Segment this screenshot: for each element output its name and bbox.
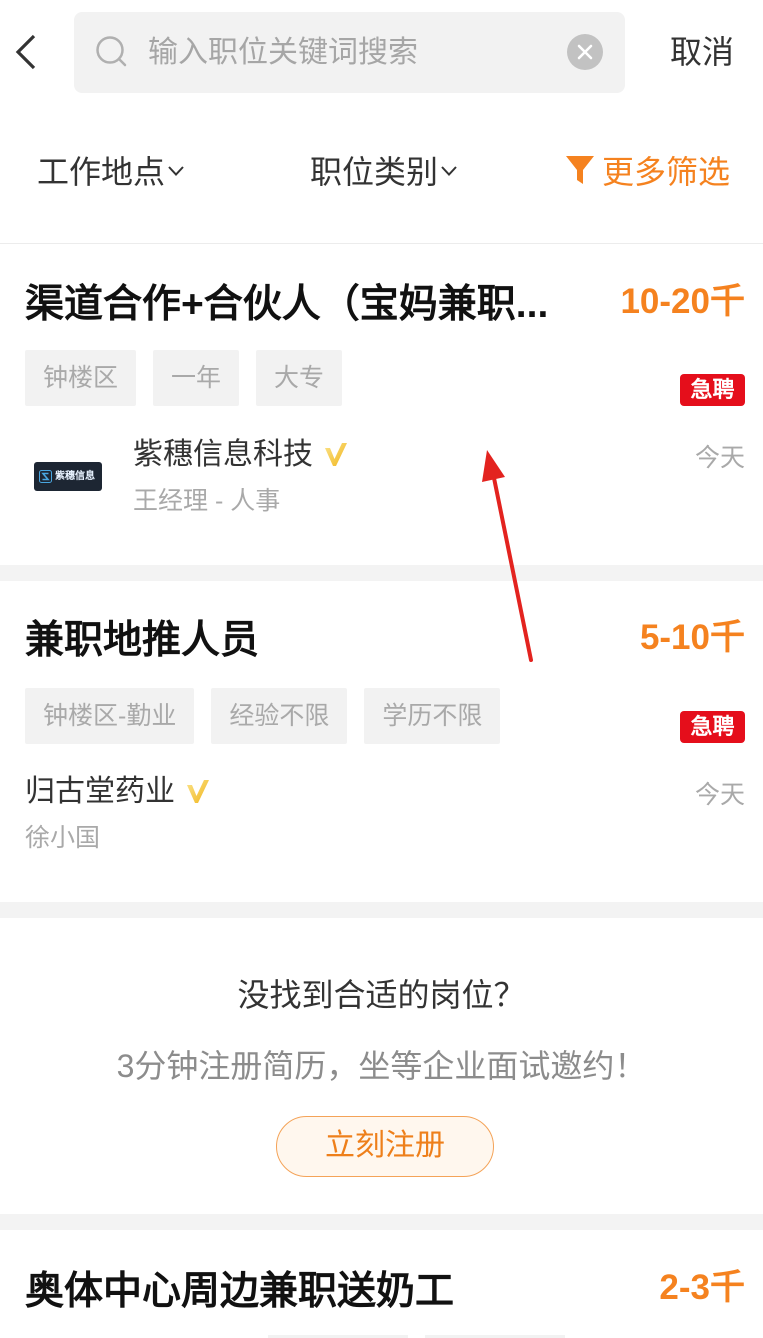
urgent-badge: 急聘 (680, 374, 745, 406)
job-title: 奥体中心周边兼职送奶工 (25, 1270, 455, 1313)
verified-badge-icon (187, 780, 209, 803)
job-card[interactable]: 兼职地推人员 5-10千 钟楼区-勤业 经验不限 学历不限 急聘 归古堂药业 徐… (0, 581, 763, 902)
company-logo-text: 紫穗信息 (55, 470, 95, 482)
chevron-down-icon (168, 166, 184, 176)
filter-location[interactable]: 工作地点 (37, 148, 185, 192)
tag: 学历不限 (364, 688, 501, 744)
section-gap (0, 902, 763, 918)
post-date: 今天 (694, 444, 745, 472)
contact-person: 王经理 - 人事 (133, 487, 281, 515)
job-card[interactable]: 奥体中心周边兼职送奶工 2-3千 (0, 1230, 763, 1338)
filter-category-label: 职位类别 (310, 154, 439, 190)
back-button[interactable] (8, 30, 44, 74)
urgent-badge: 急聘 (680, 711, 745, 743)
job-tags: 钟楼区 一年 大专 (25, 350, 343, 406)
job-salary: 2-3千 (659, 1268, 745, 1307)
section-gap (0, 565, 763, 581)
verified-badge-icon (325, 443, 347, 466)
tag: 经验不限 (211, 688, 348, 744)
job-salary: 10-20千 (620, 282, 745, 321)
cancel-button[interactable]: 取消 (670, 28, 734, 76)
tag: 大专 (256, 350, 343, 406)
company-row: 紫穗信息科技 (133, 435, 347, 475)
contact-person: 徐小国 (25, 824, 101, 852)
job-title: 渠道合作+合伙人（宝妈兼职... (25, 283, 549, 326)
company-name: 归古堂药业 (25, 775, 175, 808)
job-tags: 钟楼区-勤业 经验不限 学历不限 (25, 688, 501, 744)
tag: 一年 (153, 350, 240, 406)
section-gap (0, 1214, 763, 1230)
filter-location-label: 工作地点 (37, 154, 166, 190)
tag: 钟楼区 (25, 350, 137, 406)
clear-icon[interactable] (567, 34, 603, 70)
post-date: 今天 (694, 781, 745, 809)
company-row: 归古堂药业 (25, 772, 209, 812)
job-title: 兼职地推人员 (25, 619, 260, 662)
filter-category[interactable]: 职位类别 (310, 148, 458, 192)
job-card[interactable]: 渠道合作+合伙人（宝妈兼职... 10-20千 钟楼区 一年 大专 急聘 紫穗信… (0, 244, 763, 565)
company-name: 紫穗信息科技 (133, 438, 313, 471)
company-logo: 紫穗信息 (34, 462, 102, 491)
funnel-icon (566, 156, 594, 184)
filter-more[interactable]: 更多筛选 (566, 148, 730, 192)
register-button[interactable]: 立刻注册 (276, 1116, 494, 1177)
filter-more-label: 更多筛选 (602, 154, 731, 190)
chevron-down-icon (441, 166, 457, 176)
search-input[interactable] (148, 12, 553, 93)
promo-question: 没找到合适的岗位？ (237, 977, 526, 1013)
job-search-screen: 取消 工作地点 职位类别 更多筛选 渠道合作+合伙人（宝妈兼职... 10-20… (0, 0, 763, 1338)
tag: 钟楼区-勤业 (25, 688, 195, 744)
search-box[interactable] (74, 12, 625, 93)
company-logo-mark-icon (39, 470, 52, 483)
job-salary: 5-10千 (639, 618, 745, 657)
promo-subtext: 3分钟注册简历，坐等企业面试邀约！ (116, 1048, 647, 1084)
chevron-left-icon (15, 34, 36, 70)
search-icon (96, 36, 127, 67)
register-promo: 没找到合适的岗位？ 3分钟注册简历，坐等企业面试邀约！ 立刻注册 (0, 918, 763, 1214)
